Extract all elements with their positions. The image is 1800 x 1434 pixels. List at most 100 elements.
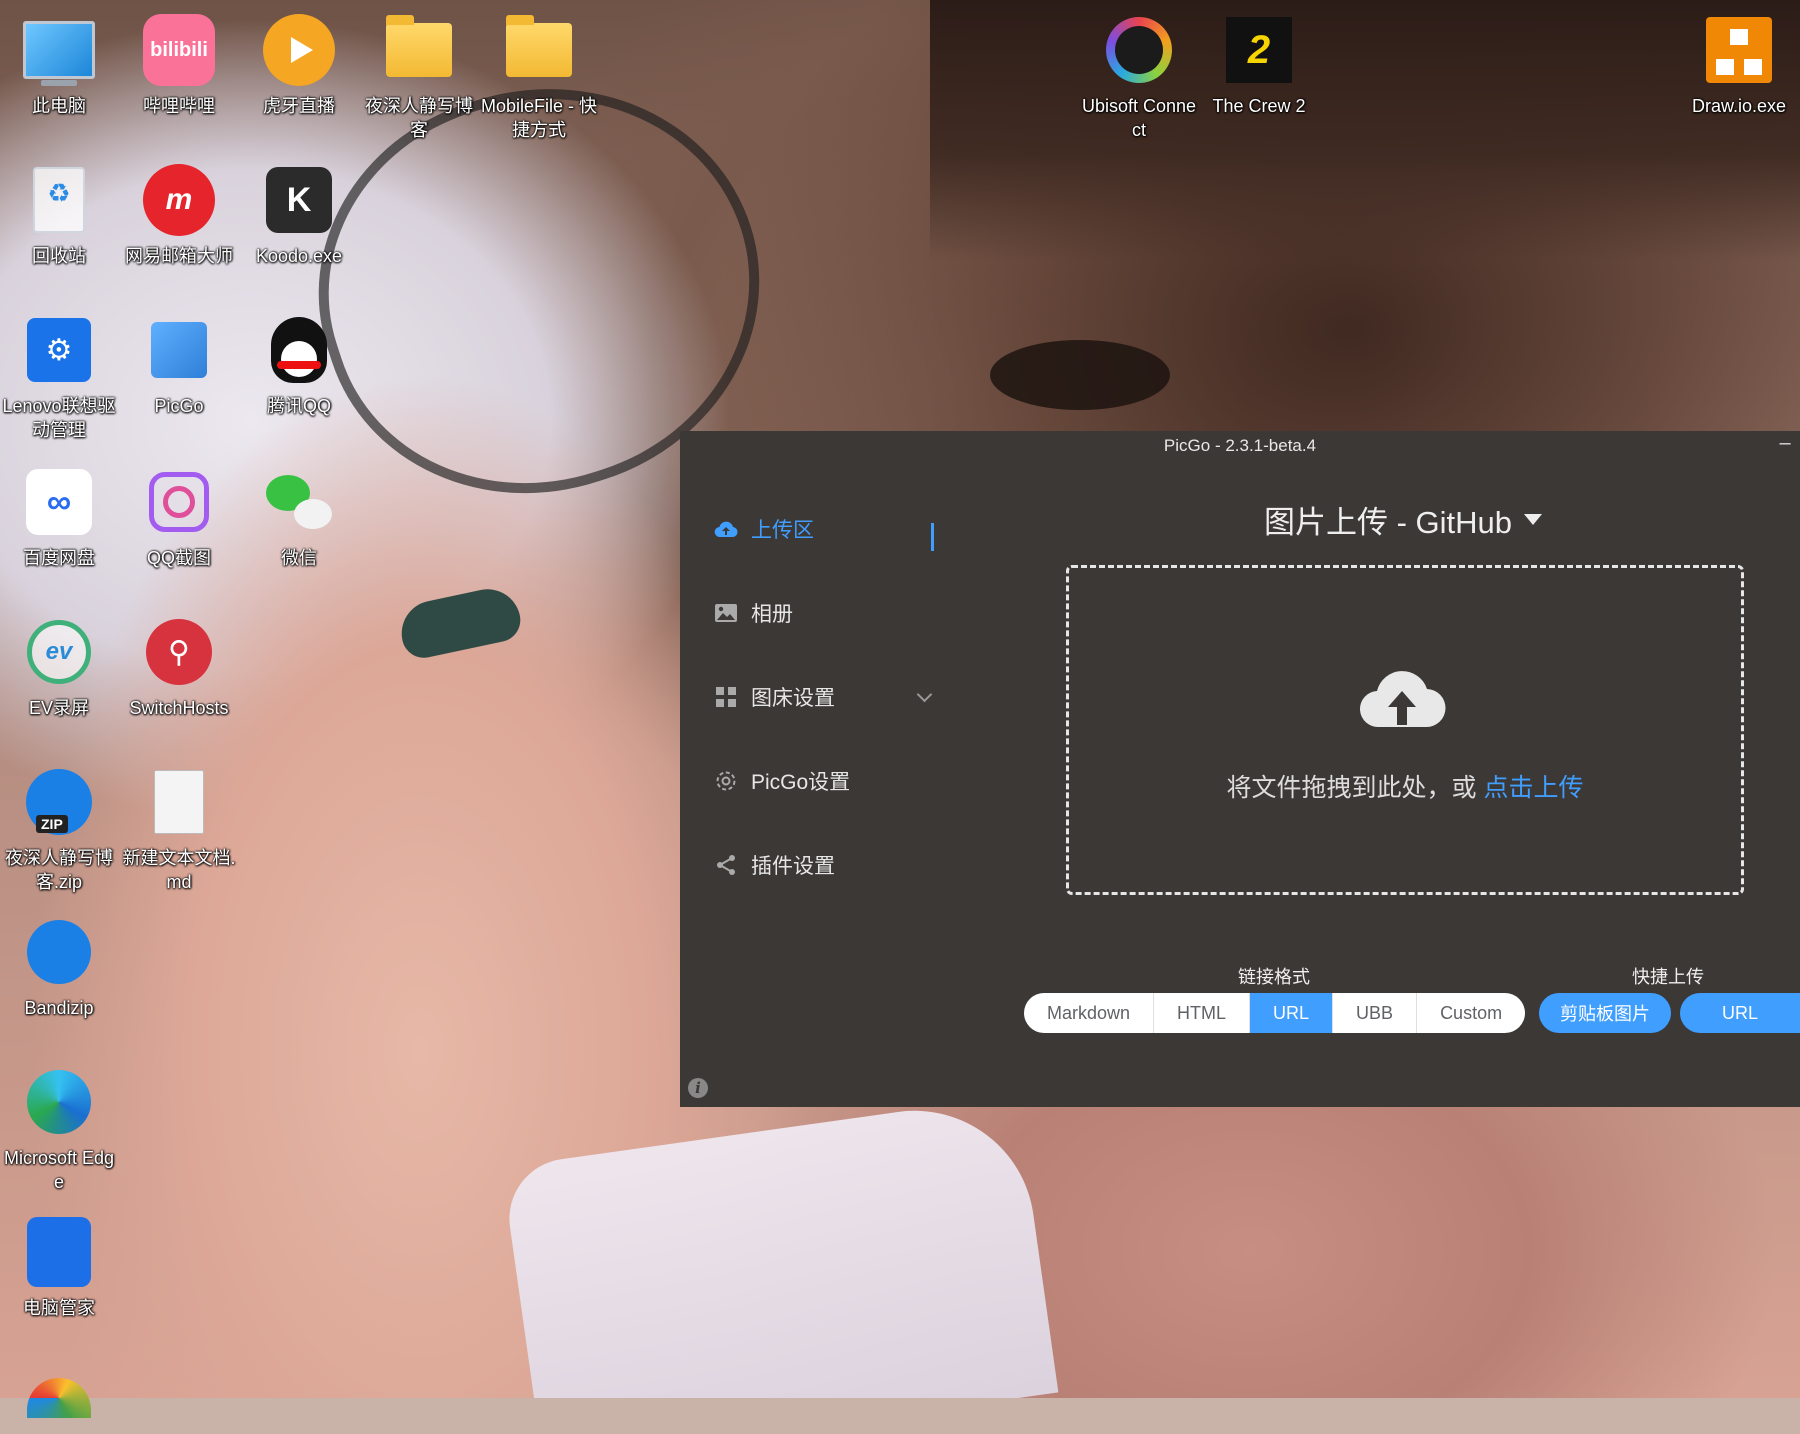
- desktop-icon-blog-folder[interactable]: 夜深人静写博客: [359, 14, 479, 142]
- baidu-netdisk-icon: ∞: [23, 466, 95, 538]
- nav-item-picgo-settings[interactable]: PicGo设置: [713, 759, 913, 803]
- desktop-icon-label: PicGo: [154, 396, 204, 416]
- grid-icon: [713, 684, 739, 710]
- desktop-icon-koodo[interactable]: K Koodo.exe: [239, 164, 359, 268]
- format-option-ubb[interactable]: UBB: [1333, 993, 1418, 1033]
- computer-icon: [23, 14, 95, 86]
- desktop-icon-label: Bandizip: [24, 998, 94, 1018]
- desktop-icon-lenovo-driver[interactable]: ⚙ Lenovo联想驱动管理: [0, 314, 119, 442]
- desktop-icon-recycle-bin[interactable]: 回收站: [0, 164, 119, 268]
- wechat-icon: [263, 466, 335, 538]
- desktop-icon-netease-mail[interactable]: m 网易邮箱大师: [119, 164, 239, 268]
- nav-item-plugin-settings[interactable]: 插件设置: [713, 843, 913, 887]
- netease-mail-icon: m: [143, 164, 215, 236]
- desktop-icon-label: 网易邮箱大师: [125, 246, 233, 266]
- wallpaper-collar: [501, 1095, 1059, 1398]
- clipboard-upload-button[interactable]: 剪贴板图片: [1539, 993, 1671, 1033]
- desktop-icon-the-crew-2[interactable]: 2 The Crew 2: [1199, 14, 1319, 118]
- the-crew-2-icon: 2: [1223, 14, 1295, 86]
- bandizip-icon: [23, 916, 95, 988]
- nav-item-label: 上传区: [751, 519, 814, 542]
- desktop-icon-baidu-netdisk[interactable]: ∞ 百度网盘: [0, 466, 119, 570]
- desktop-icon-huya[interactable]: 虎牙直播: [239, 14, 359, 118]
- desktop-icon-label: 百度网盘: [23, 548, 95, 568]
- desktop-icon-label: Koodo.exe: [255, 246, 343, 266]
- desktop-icon-new-md[interactable]: 新建文本文档.md: [119, 766, 239, 894]
- folder-icon: [383, 14, 455, 86]
- desktop-icon-label: 微信: [281, 548, 317, 568]
- nav-item-label: 插件设置: [751, 855, 835, 878]
- upload-dropzone[interactable]: 将文件拖拽到此处，或 点击上传: [1066, 565, 1744, 895]
- desktop-icon-label: 新建文本文档.md: [122, 848, 236, 892]
- nav-item-image-host-settings[interactable]: 图床设置: [713, 675, 933, 719]
- format-option-html[interactable]: HTML: [1154, 993, 1251, 1033]
- desktop-icon-wechat[interactable]: 微信: [239, 466, 359, 570]
- nav-item-label: 图床设置: [751, 687, 835, 710]
- format-option-custom[interactable]: Custom: [1417, 993, 1525, 1033]
- window-title: PicGo - 2.3.1-beta.4: [1163, 436, 1317, 455]
- desktop-icon-label: 虎牙直播: [263, 96, 335, 116]
- markdown-file-icon: [143, 766, 215, 838]
- desktop-icon-bilibili[interactable]: bilibili 哔哩哔哩: [119, 14, 239, 118]
- share-icon: [713, 852, 739, 878]
- window-titlebar[interactable]: PicGo - 2.3.1-beta.4: [680, 431, 1800, 461]
- desktop-icon-qq-screenshot[interactable]: QQ截图: [119, 466, 239, 570]
- qq-screenshot-icon: [143, 466, 215, 538]
- picgo-window: PicGo - 2.3.1-beta.4 – 上传区 相册 图床设置 PicGo…: [680, 431, 1800, 1107]
- wallpaper-hair: [930, 0, 1800, 260]
- huya-icon: [263, 14, 335, 86]
- desktop-icon-label: 腾讯QQ: [266, 396, 331, 416]
- desktop-icon-pc-manager[interactable]: 电脑管家: [0, 1216, 119, 1320]
- desktop-icon-label: MobileFile - 快捷方式: [480, 96, 598, 140]
- desktop-icon-label: SwitchHosts: [129, 698, 229, 718]
- image-host-selector[interactable]: 图片上传 - GitHub: [1264, 497, 1543, 542]
- desktop-icon-switchhosts[interactable]: ⚲ SwitchHosts: [119, 616, 239, 720]
- desktop-icon-partial[interactable]: [0, 1362, 119, 1434]
- bandizip-archive-icon: [23, 766, 95, 838]
- upload-cloud-large-icon: [1359, 671, 1446, 728]
- nav-item-gallery[interactable]: 相册: [713, 591, 913, 635]
- desktop-icon-label: Draw.io.exe: [1691, 96, 1787, 116]
- nav-item-label: PicGo设置: [751, 771, 851, 794]
- ubisoft-icon: [1103, 14, 1175, 86]
- format-option-url[interactable]: URL: [1250, 993, 1334, 1033]
- link-format-label: 链接格式: [1238, 967, 1310, 987]
- edge-icon: [23, 1066, 95, 1138]
- minimize-button[interactable]: –: [1770, 431, 1800, 461]
- switchhosts-icon: ⚲: [143, 616, 215, 688]
- pc-manager-icon: [23, 1216, 95, 1288]
- info-icon[interactable]: i: [688, 1078, 708, 1098]
- desktop-icon-label: 电脑管家: [23, 1298, 95, 1318]
- caret-down-icon: [1524, 514, 1543, 525]
- desktop-icon-label: Microsoft Edge: [3, 1148, 115, 1192]
- desktop-icon-label: Ubisoft Connect: [1081, 96, 1197, 140]
- desktop-icon-label: 回收站: [32, 246, 86, 266]
- desktop-icon-label: 哔哩哔哩: [143, 96, 215, 116]
- click-to-upload-link[interactable]: 点击上传: [1483, 774, 1583, 802]
- desktop-icon-mobilefile[interactable]: MobileFile - 快捷方式: [479, 14, 599, 142]
- desktop-icon-this-pc[interactable]: 此电脑: [0, 14, 119, 118]
- url-upload-button[interactable]: URL: [1680, 993, 1800, 1033]
- bilibili-icon: bilibili: [143, 14, 215, 86]
- format-option-markdown[interactable]: Markdown: [1024, 993, 1155, 1033]
- upload-cloud-icon: [713, 516, 739, 542]
- desktop-icon-ubisoft[interactable]: Ubisoft Connect: [1079, 14, 1199, 142]
- desktop-icon-blog-zip[interactable]: 夜深人静写博客.zip: [0, 766, 119, 894]
- desktop-icon-qq[interactable]: 腾讯QQ: [239, 314, 359, 418]
- koodo-reader-icon: K: [263, 164, 335, 236]
- desktop-icon-drawio[interactable]: Draw.io.exe: [1679, 14, 1799, 118]
- desktop-icon-ev-recorder[interactable]: ev EV录屏: [0, 616, 119, 720]
- folder-icon: [503, 14, 575, 86]
- desktop-icon-picgo[interactable]: PicGo: [119, 314, 239, 418]
- desktop-icon-bandizip[interactable]: Bandizip: [0, 916, 119, 1020]
- qq-penguin-icon: [263, 314, 335, 386]
- desktop-icon-label: QQ截图: [146, 548, 211, 568]
- desktop-icon-label: 夜深人静写博客: [365, 96, 473, 140]
- desktop-icon-edge[interactable]: Microsoft Edge: [0, 1066, 119, 1194]
- nav-item-upload[interactable]: 上传区: [713, 507, 913, 551]
- quick-upload-label: 快捷上传: [1632, 967, 1704, 987]
- desktop-icon-label: Lenovo联想驱动管理: [2, 396, 116, 440]
- desktop-icon-label: 此电脑: [32, 96, 86, 116]
- desktop-icon-label: The Crew 2: [1212, 96, 1306, 116]
- dropzone-text: 将文件拖拽到此处，或 点击上传: [1226, 774, 1584, 802]
